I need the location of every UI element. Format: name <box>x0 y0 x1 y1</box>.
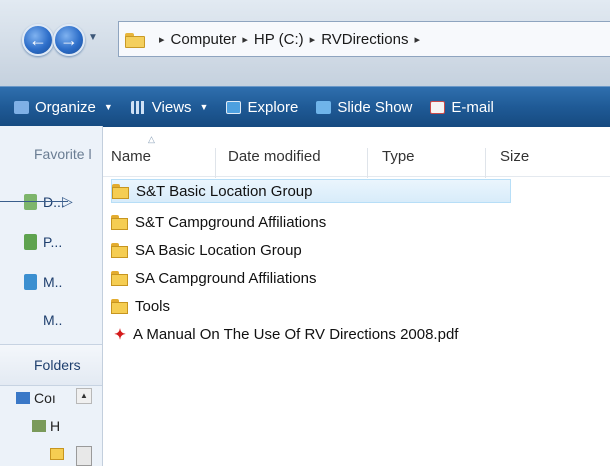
organize-icon <box>14 100 29 114</box>
views-label: Views <box>151 98 192 116</box>
email-icon <box>430 100 446 114</box>
explore-label: Explore <box>247 98 299 116</box>
tree-item-computer[interactable]: Coı <box>16 390 56 406</box>
address-bar-area: ← → ▼ ▸ Computer ▸ HP (C:) ▸ RVDirection… <box>0 0 610 86</box>
tree-item-label: Coı <box>34 390 56 406</box>
column-header-name[interactable]: Name <box>111 148 211 178</box>
column-header-size[interactable]: Size <box>485 148 596 178</box>
back-button[interactable]: ← <box>22 24 54 56</box>
list-item[interactable]: SA Basic Location Group <box>111 238 302 262</box>
breadcrumb-separator[interactable]: ▸ <box>414 33 420 46</box>
favorite-link-label: M.. <box>43 274 63 290</box>
views-icon <box>130 100 146 114</box>
sort-ascending-icon: △ <box>148 134 155 144</box>
file-name: SA Campground Affiliations <box>135 269 317 287</box>
chevron-down-icon: ▼ <box>199 102 209 112</box>
breadcrumb-separator[interactable]: ▸ <box>159 33 165 46</box>
email-button[interactable]: E-mail <box>430 99 494 116</box>
favorite-link-label: M.. <box>43 312 63 328</box>
folder-icon <box>112 183 130 199</box>
folders-label: Folders <box>34 357 81 373</box>
file-name: SA Basic Location Group <box>135 241 302 259</box>
command-toolbar: Organize ▼ Views ▼ Explore Slide Show E-… <box>0 86 610 127</box>
column-header-date-modified[interactable]: Date modified <box>215 148 358 178</box>
column-header-type[interactable]: Type <box>367 148 478 178</box>
scrollbar-thumb[interactable] <box>76 446 92 466</box>
forward-button[interactable]: → <box>53 24 85 56</box>
favorite-link-more[interactable]: M.. <box>43 312 62 328</box>
favorite-links-heading: Favorite l <box>34 146 92 162</box>
arrow-right-icon: → <box>60 29 78 50</box>
documents-icon <box>24 194 37 210</box>
email-label: E-mail <box>451 98 494 116</box>
list-item[interactable]: S&T Campground Affiliations <box>111 210 326 234</box>
pictures-icon <box>24 234 37 250</box>
views-button[interactable]: Views ▼ <box>130 98 209 116</box>
breadcrumb-rvdirections[interactable]: RVDirections <box>321 31 408 48</box>
chevron-down-icon: ▼ <box>103 102 113 112</box>
list-item[interactable]: Tools <box>111 294 170 318</box>
arrow-left-icon: ← <box>29 29 47 50</box>
favorite-link-label: P... <box>43 234 63 250</box>
breadcrumb-computer[interactable]: Computer <box>171 31 237 48</box>
organize-button[interactable]: Organize ▼ <box>14 99 113 116</box>
favorite-link-pictures[interactable]: P... <box>24 234 62 250</box>
slideshow-button[interactable]: Slide Show <box>316 99 412 116</box>
folder-icon <box>111 298 129 314</box>
file-name: Tools <box>135 297 171 315</box>
music-icon <box>24 274 37 290</box>
computer-icon <box>16 392 30 404</box>
breadcrumb[interactable]: ▸ Computer ▸ HP (C:) ▸ RVDirections ▸ <box>118 21 610 57</box>
favorite-link-documents[interactable]: D... <box>24 194 65 210</box>
scroll-up-arrow[interactable]: ▲ <box>76 388 92 404</box>
callout-arrow-icon: ▷ <box>62 193 73 209</box>
callout-line <box>0 201 68 202</box>
pdf-icon: ✦ <box>114 325 126 342</box>
breadcrumb-drive[interactable]: HP (C:) <box>254 31 304 48</box>
slideshow-icon <box>316 100 332 114</box>
explore-button[interactable]: Explore <box>226 99 298 116</box>
file-name: S&T Basic Location Group <box>136 182 313 200</box>
column-header-bar: Name Date modified Type Size <box>103 138 610 178</box>
folder-icon <box>125 31 147 48</box>
list-item[interactable]: SA Campground Affiliations <box>111 266 317 290</box>
folder-icon <box>111 242 129 258</box>
breadcrumb-separator[interactable]: ▸ <box>310 33 316 46</box>
folder-icon <box>50 448 64 460</box>
drive-icon <box>32 420 46 432</box>
tree-item-label: H <box>50 418 61 434</box>
list-item[interactable]: ✦ A Manual On The Use Of RV Directions 2… <box>111 322 458 346</box>
recent-pages-dropdown[interactable]: ▼ <box>88 32 98 43</box>
tree-item-folder[interactable] <box>50 448 68 460</box>
folder-icon <box>111 214 129 230</box>
folder-icon <box>111 270 129 286</box>
explore-icon <box>226 100 242 114</box>
breadcrumb-separator[interactable]: ▸ <box>242 33 248 46</box>
file-name: S&T Campground Affiliations <box>135 213 327 231</box>
organize-label: Organize <box>35 98 96 116</box>
slideshow-label: Slide Show <box>337 98 413 116</box>
navigation-pane: Favorite l D... P... M.. M.. Folders Coı… <box>0 126 103 466</box>
favorite-link-music[interactable]: M.. <box>24 274 62 290</box>
tree-item-drive[interactable]: H <box>32 418 60 434</box>
file-name: A Manual On The Use Of RV Directions 200… <box>133 325 459 343</box>
folders-header[interactable]: Folders <box>0 344 102 386</box>
list-item[interactable]: S&T Basic Location Group <box>111 179 511 203</box>
